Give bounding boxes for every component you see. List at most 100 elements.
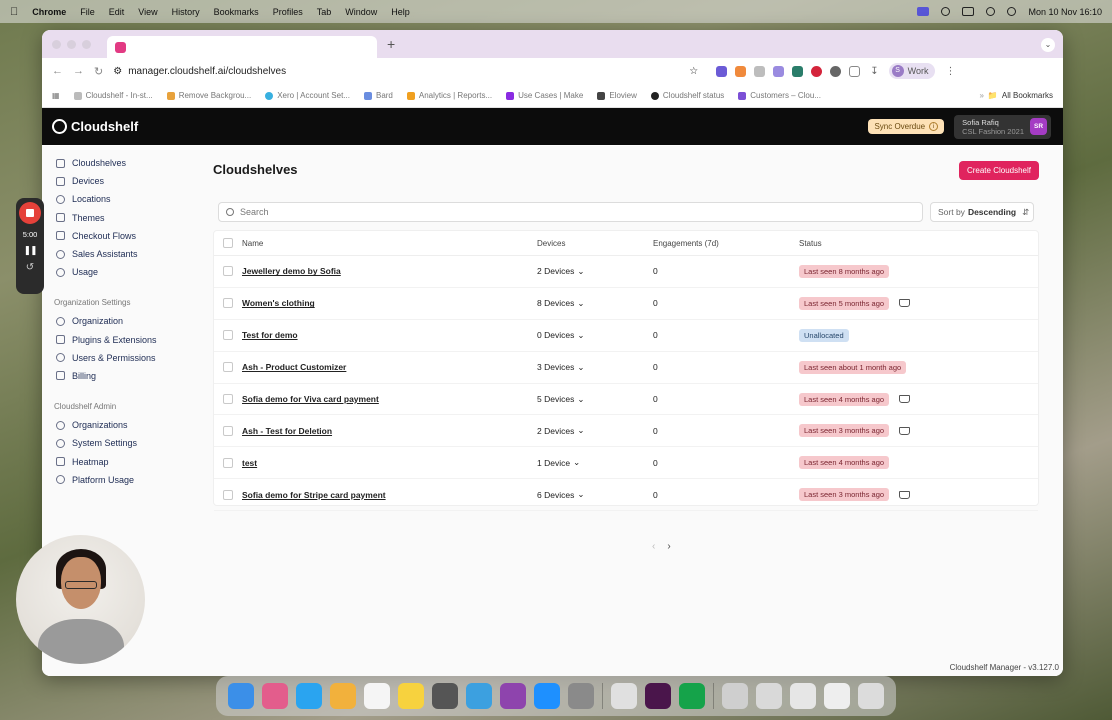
document-icon[interactable] [824, 683, 850, 709]
row-checkbox[interactable] [223, 394, 233, 404]
cloudshelf-name-link[interactable]: Jewellery demo by Sofia [242, 266, 341, 276]
menu-history[interactable]: History [172, 7, 200, 17]
search-input[interactable]: Search [218, 202, 923, 222]
row-checkbox[interactable] [223, 298, 233, 309]
freeform-icon[interactable] [466, 683, 492, 709]
cloudshelf-name-link[interactable]: Ash - Product Customizer [242, 362, 346, 372]
cloudshelf-name-link[interactable]: Sofia demo for Stripe card payment [242, 490, 386, 500]
sidebar-item-plugins[interactable]: Plugins & Extensions [42, 331, 192, 349]
sidebar-item-organizations[interactable]: Organizations [42, 416, 192, 434]
menu-tab[interactable]: Tab [317, 7, 332, 17]
extension-icon[interactable] [792, 65, 804, 77]
cloudshelf-name-link[interactable]: Women's clothing [242, 298, 315, 308]
extension-icon[interactable] [830, 65, 842, 77]
prev-page-icon[interactable]: ‹ [652, 541, 655, 552]
spotlight-search-icon[interactable] [1007, 7, 1017, 16]
extension-icon[interactable] [716, 65, 728, 77]
notes-icon[interactable] [398, 683, 424, 709]
webcam-bubble[interactable] [16, 535, 145, 664]
create-cloudshelf-button[interactable]: Create Cloudshelf [958, 161, 1039, 180]
menu-file[interactable]: File [80, 7, 95, 17]
maximize-window-button[interactable] [82, 39, 91, 49]
column-engagements[interactable]: Engagements (7d) [653, 239, 799, 248]
bookmark-item[interactable]: Xero | Account Set... [265, 91, 350, 100]
user-menu[interactable]: Sofia Rafiq CSL Fashion 2021 SR [954, 114, 1051, 139]
window-thumbnail-icon[interactable] [756, 683, 782, 709]
sidebar-item-heatmap[interactable]: Heatmap [42, 452, 192, 470]
column-devices[interactable]: Devices [537, 239, 653, 248]
grammarly-icon[interactable] [941, 7, 951, 16]
row-checkbox[interactable] [223, 425, 233, 436]
devices-dropdown[interactable]: 3 Devices ⌄ [537, 362, 653, 373]
menubar-clock[interactable]: Mon 10 Nov 16:10 [1028, 7, 1102, 17]
profile-button[interactable]: S Work [888, 63, 936, 79]
close-window-button[interactable] [52, 39, 61, 49]
table-row[interactable]: Sofia demo for Stripe card payment 6 Devi… [214, 479, 1038, 512]
devices-dropdown[interactable]: 6 Devices ⌄ [537, 489, 653, 500]
podcasts-icon[interactable] [500, 683, 526, 709]
menu-help[interactable]: Help [391, 7, 410, 17]
menu-profiles[interactable]: Profiles [273, 7, 303, 17]
document-icon[interactable] [790, 683, 816, 709]
row-checkbox[interactable] [223, 266, 233, 277]
cloudshelf-name-link[interactable]: Ash - Test for Deletion [242, 426, 332, 436]
stop-recording-button[interactable] [19, 202, 41, 224]
menu-edit[interactable]: Edit [109, 7, 125, 17]
sidebar-item-devices[interactable]: Devices [42, 172, 192, 190]
cloudshelf-name-link[interactable]: test [242, 458, 257, 468]
forward-arrow-icon[interactable]: → [73, 65, 84, 77]
devices-dropdown[interactable]: 1 Device ⌄ [537, 457, 653, 468]
puzzle-extensions-icon[interactable] [849, 65, 861, 77]
row-checkbox[interactable] [223, 330, 233, 341]
row-checkbox[interactable] [223, 489, 233, 500]
document-icon[interactable] [722, 683, 748, 709]
bookmark-item[interactable]: Cloudshelf - In-st... [73, 91, 153, 100]
devices-dropdown[interactable]: 5 Devices ⌄ [537, 394, 653, 405]
trash-icon[interactable] [858, 683, 884, 709]
new-tab-plus-icon[interactable]: + [387, 36, 395, 52]
restart-icon[interactable]: ↺ [26, 262, 34, 273]
screen-record-icon[interactable] [917, 7, 930, 16]
battery-icon[interactable] [962, 7, 975, 16]
reminders-icon[interactable] [364, 683, 390, 709]
finder-icon[interactable] [228, 683, 254, 709]
sidebar-item-users[interactable]: Users & Permissions [42, 349, 192, 367]
row-checkbox[interactable] [223, 457, 233, 468]
sidebar-item-themes[interactable]: Themes [42, 209, 192, 227]
table-row[interactable]: Ash - Test for Deletion 2 Devices ⌄ 0 Last s… [214, 415, 1038, 448]
cloudshelf-logo[interactable]: Cloudshelf [52, 119, 138, 134]
launchpad-icon[interactable] [262, 683, 288, 709]
back-arrow-icon[interactable]: ← [52, 65, 63, 77]
table-row[interactable]: Ash - Product Customizer 3 Devices ⌄ 0 Last … [214, 352, 1038, 384]
apps-grid-icon[interactable]: ▦ [52, 91, 60, 100]
photos-icon[interactable] [330, 683, 356, 709]
all-bookmarks[interactable]: » 📁 All Bookmarks [979, 91, 1053, 100]
sidebar-item-system-settings[interactable]: System Settings [42, 434, 192, 452]
reload-icon[interactable]: ↻ [94, 65, 103, 78]
menu-chrome[interactable]: Chrome [32, 7, 66, 17]
browser-menu-icon[interactable]: ⋮ [945, 66, 955, 77]
table-row[interactable]: Test for demo 0 Devices ⌄ 0 Unallocated [214, 320, 1038, 352]
row-checkbox[interactable] [223, 362, 233, 373]
apple-icon[interactable]:  [10, 6, 18, 18]
bookmark-item[interactable]: Use Cases | Make [506, 91, 583, 100]
sidebar-item-billing[interactable]: Billing [42, 367, 192, 385]
table-row[interactable]: Women's clothing 8 Devices ⌄ 0 Last seen 5 m… [214, 288, 1038, 320]
extension-icon[interactable] [773, 65, 785, 77]
sync-overdue-badge[interactable]: Sync Overdue i [868, 119, 945, 134]
sidebar-item-locations[interactable]: Locations [42, 190, 192, 208]
bookmark-item[interactable]: Remove Backgrou... [166, 91, 251, 100]
extension-icon[interactable] [735, 65, 747, 77]
column-status[interactable]: Status [799, 239, 822, 248]
table-row[interactable]: test 1 Device ⌄ 0 Last seen 4 months ago [214, 447, 1038, 480]
table-row[interactable]: Jewellery demo by Sofia 2 Devices ⌄ 0 Last s… [214, 256, 1038, 288]
sidebar-item-cloudshelves[interactable]: Cloudshelves [42, 154, 192, 172]
sidebar-item-usage[interactable]: Usage [42, 263, 192, 281]
select-all-checkbox[interactable] [223, 238, 233, 248]
cloudshelf-name-link[interactable]: Sofia demo for Viva card payment [242, 394, 379, 404]
wifi-icon[interactable] [986, 7, 996, 16]
site-settings-icon[interactable]: ⚙ [113, 66, 122, 77]
app-store-icon[interactable] [534, 683, 560, 709]
cloudshelf-name-link[interactable]: Test for demo [242, 330, 298, 340]
extension-icon[interactable] [754, 65, 766, 77]
